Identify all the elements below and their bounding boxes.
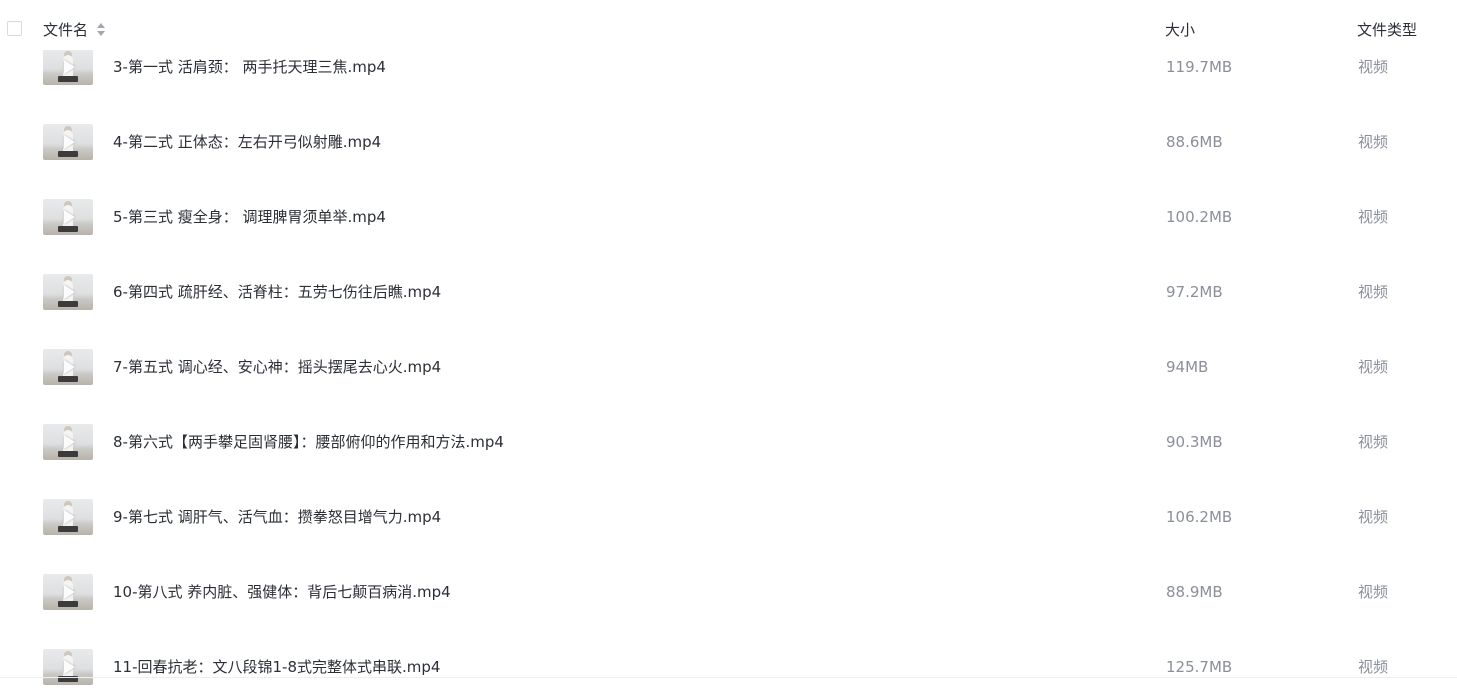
select-all-checkbox[interactable] [7,21,22,36]
thumbnail-chair [58,601,78,607]
video-thumbnail[interactable] [43,499,93,535]
play-icon [64,585,75,599]
file-name[interactable]: 11-回春抗老：文八段锦1-8式完整体式串联.mp4 [113,657,440,677]
file-row[interactable]: 5-第三式 瘦全身： 调理脾胃须单举.mp4 100.2MB 视频 [0,180,1457,255]
file-row[interactable]: 6-第四式 疏肝经、活脊柱：五劳七伤往后瞧.mp4 97.2MB 视频 [0,255,1457,330]
file-size: 90.3MB [1166,433,1223,451]
file-name[interactable]: 9-第七式 调肝气、活气血：攒拳怒目增气力.mp4 [113,507,441,527]
file-name[interactable]: 10-第八式 养内脏、强健体：背后七颠百病消.mp4 [113,582,451,602]
file-row[interactable]: 4-第二式 正体态：左右开弓似射雕.mp4 88.6MB 视频 [0,105,1457,180]
thumbnail-chair [58,76,78,82]
file-size: 88.9MB [1166,583,1223,601]
file-size: 97.2MB [1166,283,1223,301]
video-thumbnail[interactable] [43,199,93,235]
list-header: 文件名 大小 文件类型 [0,0,1457,50]
file-name[interactable]: 5-第三式 瘦全身： 调理脾胃须单举.mp4 [113,207,386,227]
column-header-type[interactable]: 文件类型 [1357,20,1417,40]
file-size: 100.2MB [1166,208,1233,226]
file-list: 3-第一式 活肩颈： 两手托天理三焦.mp4 119.7MB 视频 4-第二式 正体态… [0,0,1457,691]
file-type: 视频 [1358,658,1389,676]
column-header-size[interactable]: 大小 [1165,20,1195,40]
file-row[interactable]: 10-第八式 养内脏、强健体：背后七颠百病消.mp4 88.9MB 视频 [0,555,1457,630]
file-name[interactable]: 6-第四式 疏肝经、活脊柱：五劳七伤往后瞧.mp4 [113,282,441,302]
video-thumbnail[interactable] [43,49,93,85]
file-name[interactable]: 4-第二式 正体态：左右开弓似射雕.mp4 [113,132,381,152]
file-name[interactable]: 7-第五式 调心经、安心神：摇头摆尾去心火.mp4 [113,357,441,377]
file-row[interactable]: 8-第六式【两手攀足固肾腰】：腰部俯仰的作用和方法.mp4 90.3MB 视频 [0,405,1457,480]
file-row[interactable]: 11-回春抗老：文八段锦1-8式完整体式串联.mp4 125.7MB 视频 [0,630,1457,691]
file-type: 视频 [1358,508,1389,526]
sort-icon[interactable] [97,22,105,38]
file-type: 视频 [1358,583,1389,601]
column-header-name[interactable]: 文件名 [43,20,88,40]
video-thumbnail[interactable] [43,574,93,610]
play-icon [64,285,75,299]
file-row[interactable]: 9-第七式 调肝气、活气血：攒拳怒目增气力.mp4 106.2MB 视频 [0,480,1457,555]
file-size: 125.7MB [1166,658,1233,676]
file-type: 视频 [1358,433,1389,451]
play-icon [64,210,75,224]
play-icon [64,360,75,374]
file-type: 视频 [1358,133,1389,151]
file-size: 106.2MB [1166,508,1233,526]
play-icon [64,135,75,149]
video-thumbnail[interactable] [43,349,93,385]
file-type: 视频 [1358,58,1389,76]
video-thumbnail[interactable] [43,649,93,685]
file-type: 视频 [1358,358,1389,376]
thumbnail-chair [58,376,78,382]
file-row[interactable]: 7-第五式 调心经、安心神：摇头摆尾去心火.mp4 94MB 视频 [0,330,1457,405]
file-name[interactable]: 3-第一式 活肩颈： 两手托天理三焦.mp4 [113,57,386,77]
thumbnail-chair [58,151,78,157]
video-thumbnail[interactable] [43,274,93,310]
play-icon [64,435,75,449]
file-name[interactable]: 8-第六式【两手攀足固肾腰】：腰部俯仰的作用和方法.mp4 [113,432,504,452]
play-icon [64,660,75,674]
file-size: 94MB [1166,358,1209,376]
file-type: 视频 [1358,283,1389,301]
thumbnail-chair [58,451,78,457]
file-size: 88.6MB [1166,133,1223,151]
file-type: 视频 [1358,208,1389,226]
play-icon [64,60,75,74]
file-size: 119.7MB [1166,58,1233,76]
divider [0,677,1457,678]
video-thumbnail[interactable] [43,124,93,160]
thumbnail-chair [58,301,78,307]
play-icon [64,510,75,524]
video-thumbnail[interactable] [43,424,93,460]
thumbnail-chair [58,226,78,232]
thumbnail-chair [58,526,78,532]
